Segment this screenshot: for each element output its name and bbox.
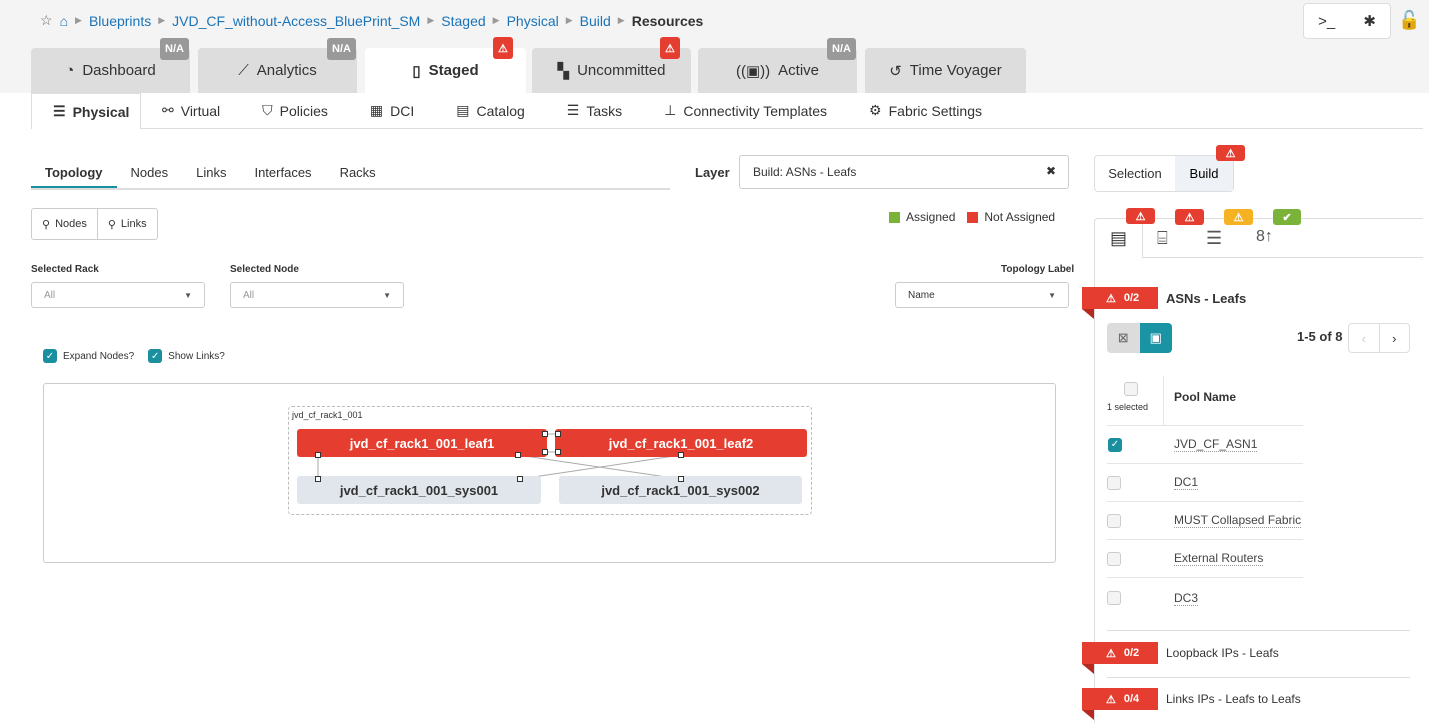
warning-icon: ⚠ <box>1126 208 1155 224</box>
select-all-checkbox[interactable] <box>1124 382 1138 396</box>
node-leaf1[interactable]: jvd_cf_rack1_001_leaf1 <box>297 429 547 457</box>
port-handle <box>678 452 684 458</box>
devices-icon[interactable]: ☰ <box>1206 228 1222 249</box>
port-handle <box>542 449 548 455</box>
selected-count: 1 selected <box>1107 402 1149 412</box>
table-row[interactable]: DC1 <box>1107 464 1303 502</box>
column-pool-name: Pool Name <box>1174 390 1237 404</box>
pool-name[interactable]: DC3 <box>1174 591 1199 606</box>
row-checkbox[interactable] <box>1107 591 1121 605</box>
section-title[interactable]: Links IPs - Leafs to Leafs <box>1166 692 1301 706</box>
section-title[interactable]: ASNs - Leafs <box>1166 291 1246 306</box>
row-checkbox[interactable]: ✓ <box>1108 437 1122 452</box>
port-handle <box>678 476 684 482</box>
warning-icon: ⚠ <box>1106 693 1116 706</box>
resources-icon[interactable]: ▤ <box>1110 228 1127 249</box>
divider <box>1107 677 1410 678</box>
discard-button[interactable]: ⊠ <box>1107 323 1140 353</box>
table-row[interactable]: MUST Collapsed Fabric <box>1107 502 1303 540</box>
pool-name[interactable]: External Routers <box>1174 551 1264 566</box>
pool-name[interactable]: MUST Collapsed Fabric <box>1174 513 1302 528</box>
port-handle <box>315 476 321 482</box>
asn-status-flag: ⚠ 0/2 <box>1082 287 1158 319</box>
port-handle <box>515 452 521 458</box>
table-row[interactable]: ✓ JVD_CF_ASN1 <box>1107 426 1303 464</box>
section-title[interactable]: Loopback IPs - Leafs <box>1166 646 1279 660</box>
divider <box>1107 630 1410 631</box>
table-header: 1 selected Pool Name <box>1107 376 1303 426</box>
node-sys001[interactable]: jvd_cf_rack1_001_sys001 <box>297 476 541 504</box>
port-handle <box>555 431 561 437</box>
warning-icon: ⚠ <box>1175 209 1204 225</box>
table-row[interactable]: DC3 <box>1107 579 1303 617</box>
warning-icon: ⚠ <box>1106 647 1116 660</box>
ok-icon: ✔ <box>1273 209 1301 225</box>
build-button[interactable]: Build <box>1175 156 1233 191</box>
actions: ⊠ ▣ <box>1107 323 1172 353</box>
divider <box>1142 257 1423 258</box>
device-profile-icon[interactable]: ⌸ <box>1157 228 1168 249</box>
pagination-text: 1-5 of 8 <box>1297 329 1343 344</box>
loopback-status-flag: ⚠ 0/2 <box>1082 642 1158 674</box>
next-page-button[interactable]: › <box>1380 324 1410 352</box>
save-button[interactable]: ▣ <box>1139 323 1172 353</box>
row-checkbox[interactable] <box>1107 475 1121 490</box>
port-handle <box>542 431 548 437</box>
pager: ‹ › <box>1348 323 1410 353</box>
warning-icon: ⚠ <box>1216 145 1245 161</box>
count: 0/4 <box>1123 693 1140 705</box>
port-handle <box>555 449 561 455</box>
sort-icon[interactable]: 8↑ <box>1256 228 1273 246</box>
selection-button[interactable]: Selection <box>1095 156 1175 191</box>
prev-page-button[interactable]: ‹ <box>1349 324 1380 352</box>
links-status-flag: ⚠ 0/4 <box>1082 688 1158 720</box>
count: 0/2 <box>1123 292 1140 304</box>
row-checkbox[interactable] <box>1107 551 1121 566</box>
pool-name[interactable]: JVD_CF_ASN1 <box>1174 437 1258 452</box>
count: 0/2 <box>1123 647 1140 659</box>
port-handle <box>517 476 523 482</box>
divider <box>1142 218 1143 258</box>
warning-icon: ⚠ <box>1106 292 1116 305</box>
mode-toggle: Selection Build <box>1094 155 1234 192</box>
pool-name[interactable]: DC1 <box>1174 475 1199 490</box>
port-handle <box>315 452 321 458</box>
warning-icon: ⚠ <box>1224 209 1253 225</box>
row-checkbox[interactable] <box>1107 513 1121 528</box>
table-row[interactable]: External Routers <box>1107 540 1303 578</box>
